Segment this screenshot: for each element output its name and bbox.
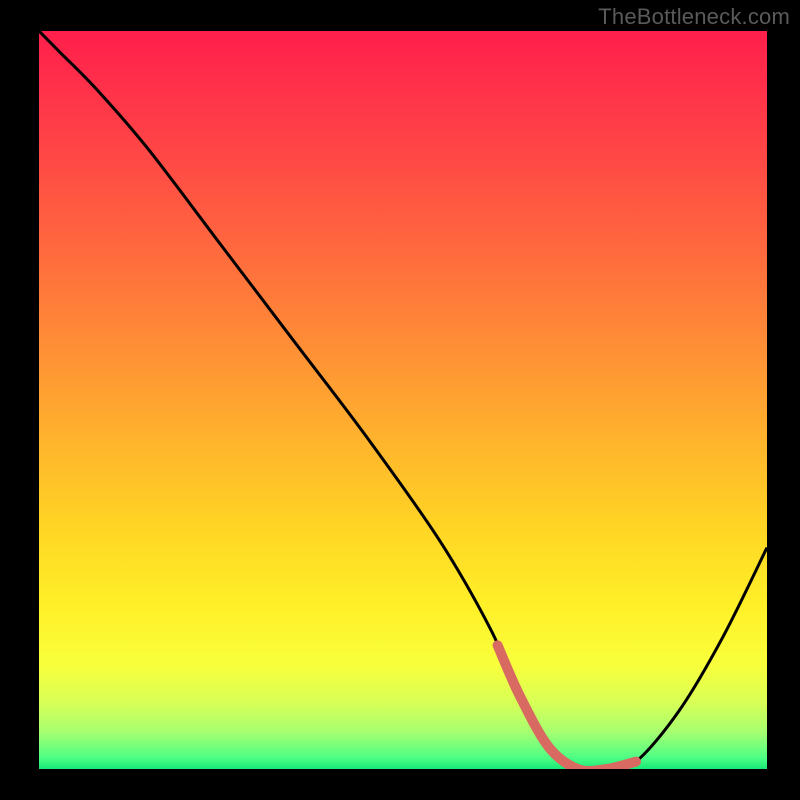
- watermark-text: TheBottleneck.com: [598, 4, 790, 30]
- plot-background: [39, 31, 767, 769]
- chart-stage: TheBottleneck.com: [0, 0, 800, 800]
- bottleneck-chart: [0, 0, 800, 800]
